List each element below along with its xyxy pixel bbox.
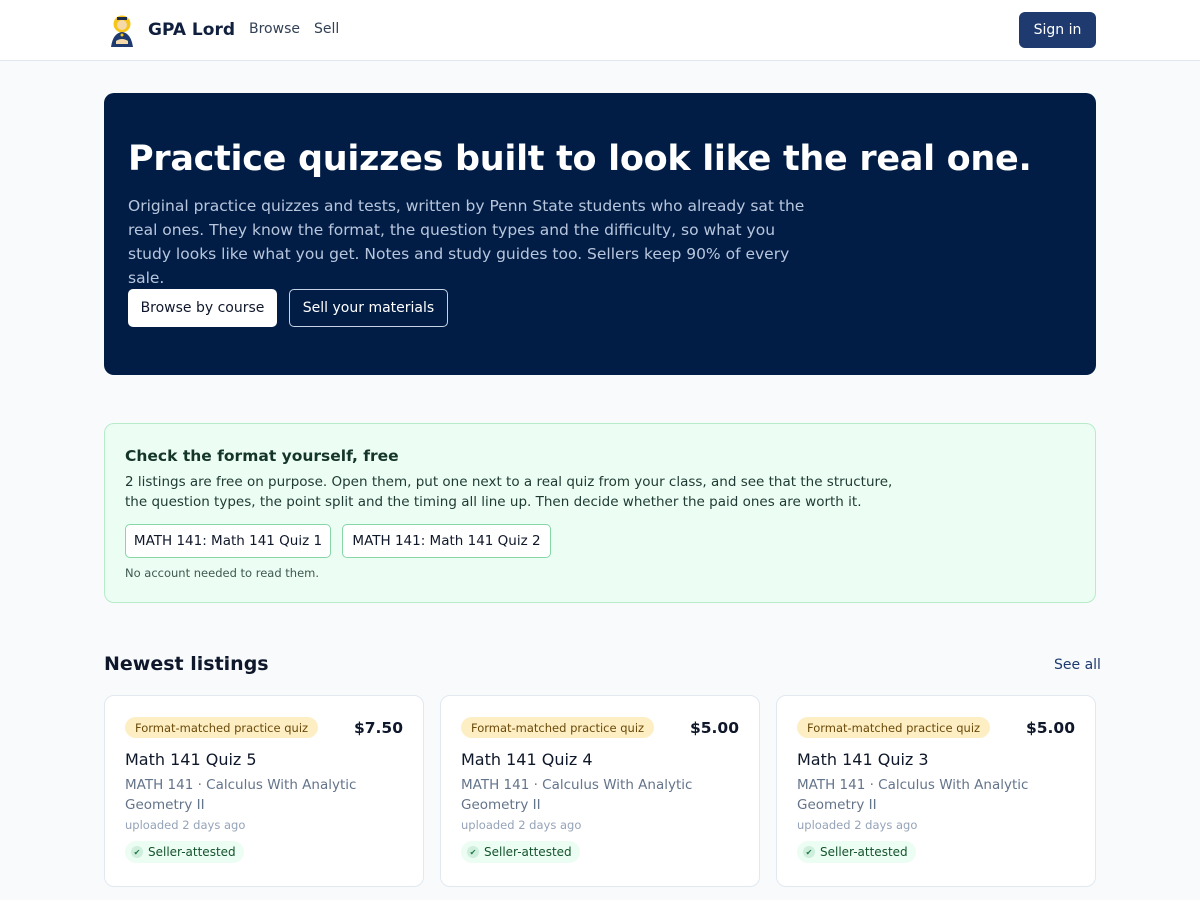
free-listing-quiz-2[interactable]: MATH 141: Math 141 Quiz 2 [342,524,551,558]
listing-upload-time: uploaded 2 days ago [125,818,246,832]
listing-title: Math 141 Quiz 4 [461,750,593,769]
nav-browse-link[interactable]: Browse [249,21,300,37]
newest-listings-title: Newest listings [104,653,269,675]
free-panel-title: Check the format yourself, free [125,447,399,465]
check-icon: ✔ [467,846,479,858]
listing-type-badge: Format-matched practice quiz [797,717,991,738]
free-listing-quiz-1[interactable]: MATH 141: Math 141 Quiz 1 [125,524,331,558]
top-navbar: GPA Lord Browse Sell Sign in [0,0,1200,61]
hero-description: Original practice quizzes and tests, wri… [128,197,805,287]
listing-price: $5.00 [1025,719,1075,737]
seller-attested-badge: ✔ Seller-attested [461,841,580,863]
listing-price: $5.00 [689,719,739,737]
hero-title: Practice quizzes built to look like the … [128,139,1032,179]
see-all-link[interactable]: See all [1054,657,1101,673]
listing-price: $7.50 [353,719,403,737]
sign-in-button[interactable]: Sign in [1019,12,1096,48]
free-panel-description: 2 listings are free on purpose. Open the… [125,474,893,510]
listing-course: MATH 141 · Calculus With Analytic Geomet… [461,777,693,813]
listing-upload-time: uploaded 2 days ago [461,818,582,832]
check-icon: ✔ [803,846,815,858]
listing-card[interactable]: Format-matched practice quiz $5.00 Math … [440,695,760,887]
listing-card[interactable]: Format-matched practice quiz $5.00 Math … [776,695,1096,887]
seller-attested-label: Seller-attested [820,845,908,859]
browse-by-course-button[interactable]: Browse by course [128,289,277,327]
nav-sell-link[interactable]: Sell [314,21,339,37]
listing-card[interactable]: Format-matched practice quiz $7.50 Math … [104,695,424,887]
sell-materials-button[interactable]: Sell your materials [289,289,448,327]
listing-type-badge: Format-matched practice quiz [125,717,319,738]
free-panel-note: No account needed to read them. [125,566,320,580]
seller-attested-badge: ✔ Seller-attested [797,841,916,863]
listing-title: Math 141 Quiz 5 [125,750,257,769]
seller-attested-label: Seller-attested [148,845,236,859]
listing-course: MATH 141 · Calculus With Analytic Geomet… [125,777,357,813]
listing-course: MATH 141 · Calculus With Analytic Geomet… [797,777,1029,813]
brand-name[interactable]: GPA Lord [148,20,235,40]
hero-banner: Practice quizzes built to look like the … [104,93,1096,375]
free-listings-panel: Check the format yourself, free 2 listin… [104,423,1096,603]
listing-title: Math 141 Quiz 3 [797,750,929,769]
check-icon: ✔ [131,846,143,858]
buddha-graduate-logo-icon[interactable] [107,13,137,47]
listing-upload-time: uploaded 2 days ago [797,818,918,832]
seller-attested-label: Seller-attested [484,845,572,859]
listing-type-badge: Format-matched practice quiz [461,717,655,738]
seller-attested-badge: ✔ Seller-attested [125,841,244,863]
